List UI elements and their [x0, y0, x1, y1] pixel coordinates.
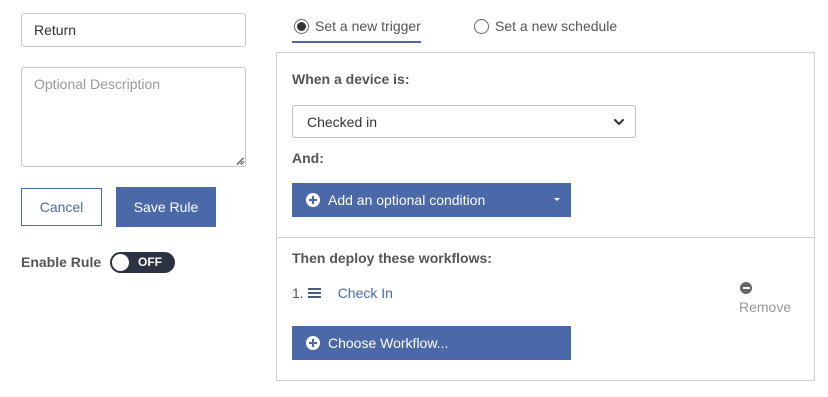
- rule-name-input[interactable]: [21, 13, 246, 47]
- minus-circle-icon: [740, 282, 752, 294]
- workflow-index: 1.: [292, 285, 304, 301]
- choose-workflow-label: Choose Workflow...: [328, 335, 449, 351]
- workflow-link[interactable]: Check In: [338, 285, 393, 301]
- add-condition-label: Add an optional condition: [328, 192, 486, 208]
- tab-set-new-schedule[interactable]: Set a new schedule: [474, 18, 617, 34]
- and-label: And:: [292, 150, 324, 166]
- add-condition-dropdown-button[interactable]: Add an optional condition: [292, 183, 571, 217]
- cancel-button[interactable]: Cancel: [21, 188, 102, 226]
- radio-selected-icon: [294, 18, 309, 34]
- remove-label: Remove: [739, 299, 792, 315]
- deploy-workflows-heading: Then deploy these workflows:: [292, 250, 492, 266]
- device-state-select[interactable]: Checked in: [292, 105, 636, 138]
- toggle-state-text: OFF: [138, 255, 162, 269]
- remove-workflow-button[interactable]: Remove: [739, 282, 799, 315]
- resize-grip-icon[interactable]: [236, 157, 244, 165]
- description-field-wrapper: [21, 67, 246, 167]
- plus-circle-icon: [306, 193, 320, 207]
- section-divider: [277, 237, 814, 238]
- tab-label: Set a new schedule: [495, 18, 618, 34]
- choose-workflow-button[interactable]: Choose Workflow...: [292, 326, 571, 360]
- description-textarea[interactable]: [21, 67, 246, 167]
- trigger-panel: When a device is: Checked in And: Add an…: [276, 52, 815, 381]
- toggle-knob: [112, 254, 129, 271]
- workflow-list-item: 1. Check In: [292, 285, 393, 301]
- enable-rule-label: Enable Rule: [21, 254, 102, 270]
- active-tab-indicator: [292, 41, 421, 43]
- enable-rule-toggle[interactable]: OFF: [110, 252, 175, 273]
- save-rule-button[interactable]: Save Rule: [116, 187, 216, 227]
- chevron-down-icon: [614, 119, 624, 125]
- when-device-label: When a device is:: [292, 71, 410, 87]
- plus-circle-icon: [306, 336, 320, 350]
- radio-unselected-icon: [474, 18, 489, 34]
- drag-handle-icon[interactable]: [307, 287, 322, 299]
- tab-label: Set a new trigger: [315, 18, 421, 34]
- caret-down-icon: [554, 198, 560, 201]
- select-value: Checked in: [307, 113, 378, 130]
- tab-set-new-trigger[interactable]: Set a new trigger: [294, 18, 421, 34]
